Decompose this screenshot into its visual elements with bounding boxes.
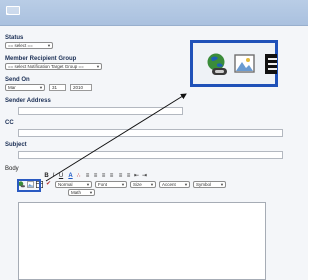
table-icon-zoomed (265, 52, 277, 81)
globe-link-icon-zoomed (206, 53, 228, 82)
zoom-inset (190, 40, 278, 87)
image-icon-zoomed (234, 53, 256, 80)
